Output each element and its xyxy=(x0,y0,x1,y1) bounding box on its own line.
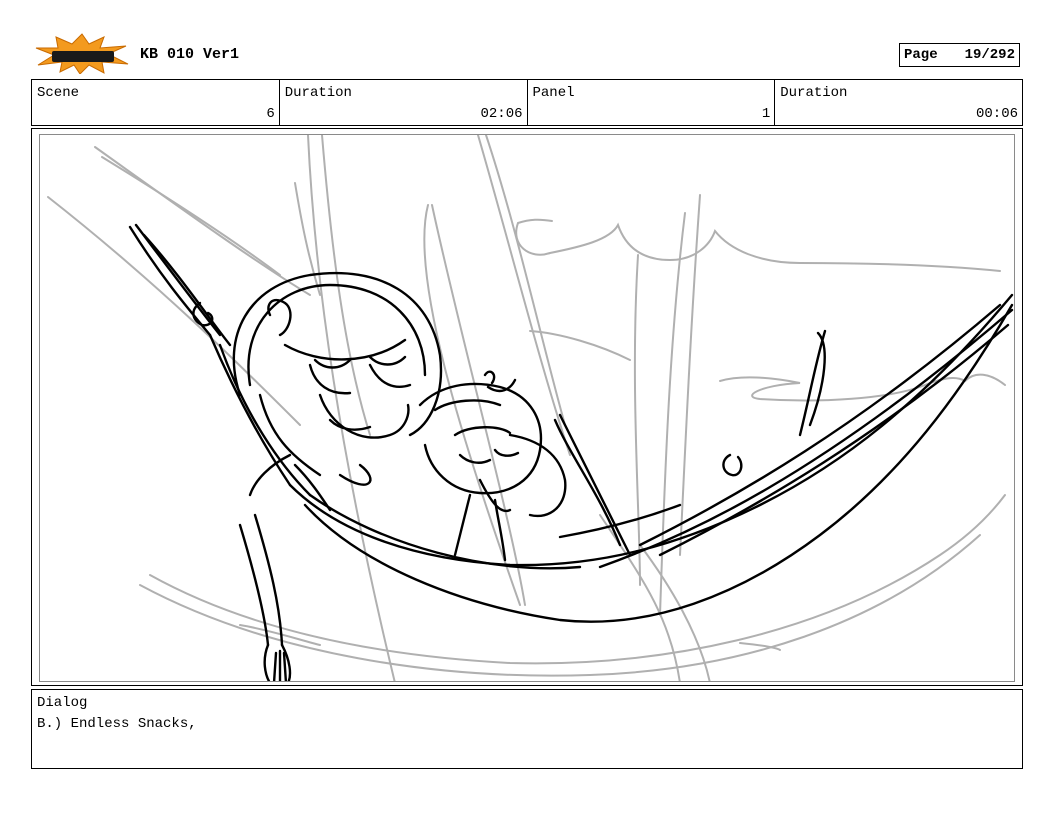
panel-duration-label: Duration xyxy=(780,85,848,101)
dialog-text: B.) Endless Snacks, xyxy=(37,716,197,732)
page-number: 19/292 xyxy=(964,47,1015,63)
scene-duration-label: Duration xyxy=(284,85,352,101)
dialog-label: Dialog xyxy=(37,695,88,711)
project-title: KB 010 Ver1 xyxy=(140,46,240,63)
panel-duration-cell: Duration 00:06 xyxy=(775,80,1022,125)
scene-duration-cell: Duration 02:06 xyxy=(280,80,528,125)
panel-cell: Panel 1 xyxy=(528,80,776,125)
panel-info-row: Scene 6 Duration 02:06 Panel 1 Duration … xyxy=(31,79,1023,126)
scene-cell: Scene 6 xyxy=(32,80,280,125)
scene-duration-value: 02:06 xyxy=(480,106,523,122)
panel-value: 1 xyxy=(761,106,771,122)
panel-image-area xyxy=(39,134,1015,682)
background-pencil-lines xyxy=(47,135,1006,681)
toon-boom-logo xyxy=(34,32,130,75)
page-indicator: Page 19/292 xyxy=(899,43,1020,67)
logo-text-bar xyxy=(52,51,114,62)
scene-label: Scene xyxy=(37,85,80,101)
panel-label: Panel xyxy=(532,85,575,101)
storyboard-panel xyxy=(31,128,1023,686)
page-label: Page xyxy=(904,47,938,63)
dialog-box: Dialog B.) Endless Snacks, xyxy=(31,689,1023,769)
scene-value: 6 xyxy=(266,106,275,122)
foreground-ink-lines xyxy=(128,223,1014,681)
panel-duration-value: 00:06 xyxy=(975,106,1018,122)
sketch-drawing xyxy=(47,135,1014,681)
